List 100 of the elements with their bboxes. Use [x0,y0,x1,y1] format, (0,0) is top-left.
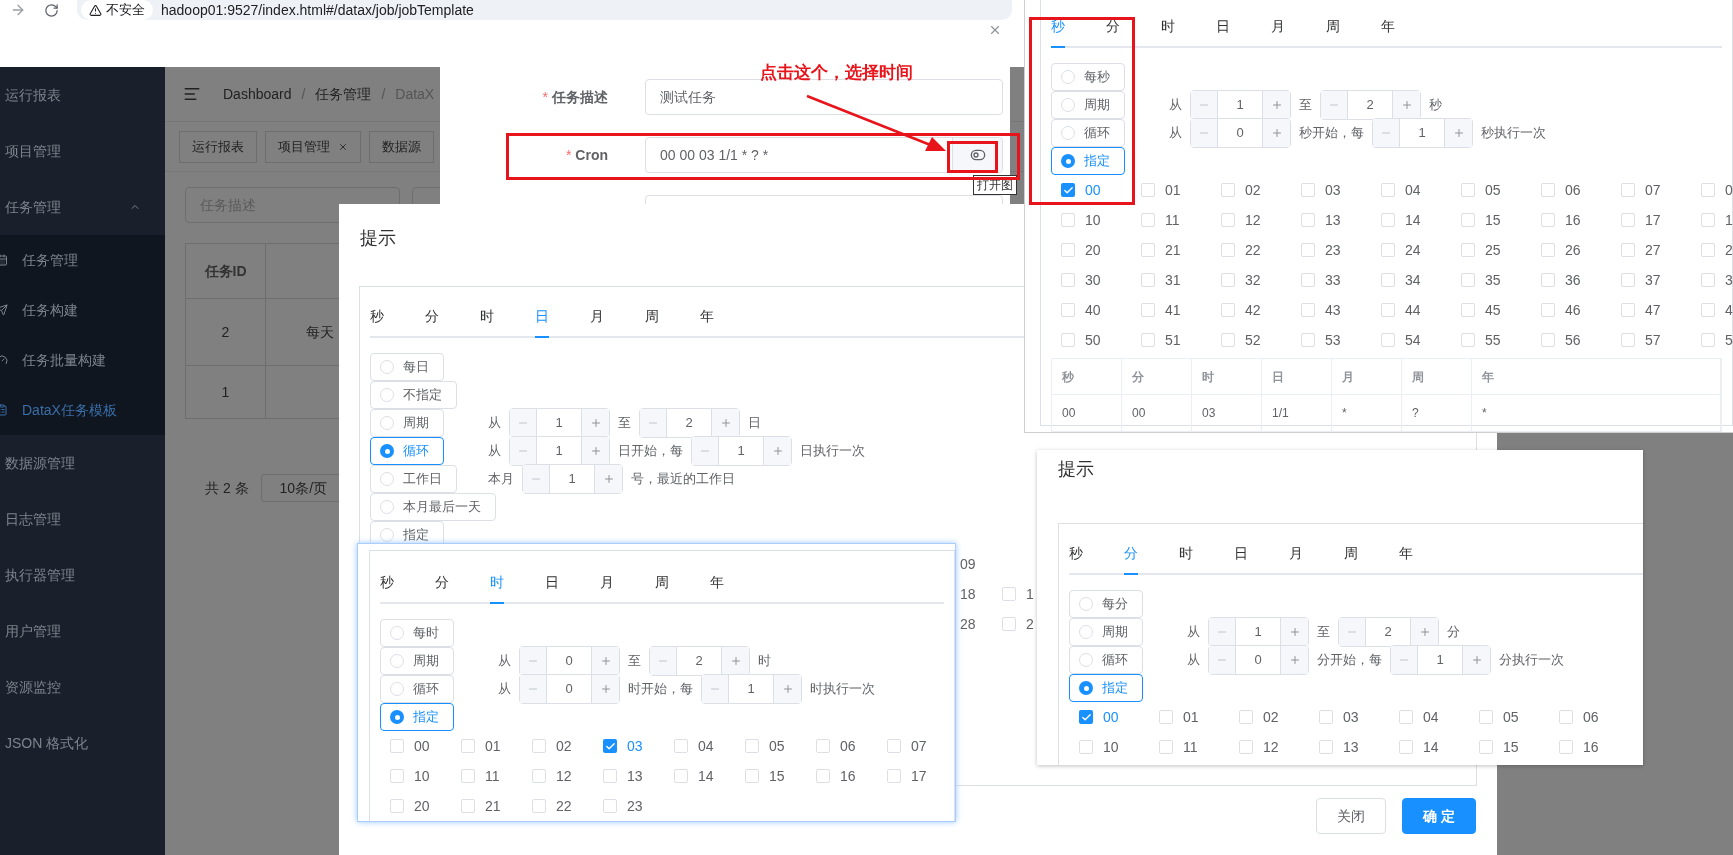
decrement-button[interactable] [520,675,547,703]
checkbox[interactable] [461,739,475,753]
dialog-button[interactable]: 关闭 [1316,798,1386,834]
checkbox[interactable] [1381,303,1395,317]
checkbox[interactable] [1141,333,1155,347]
security-chip[interactable]: 不安全 [81,0,153,20]
checkbox[interactable] [674,739,688,753]
checkbox[interactable] [1002,587,1016,601]
radio-option[interactable]: 每秒 [1051,63,1125,91]
radio-option[interactable]: 循环 [1069,646,1143,674]
number-stepper[interactable]: 2 [649,646,750,676]
checkbox[interactable] [1319,710,1333,724]
checkbox[interactable] [1061,243,1075,257]
checkbox[interactable] [532,739,546,753]
number-stepper[interactable]: 1 [509,408,610,438]
decrement-button[interactable] [1209,646,1236,674]
cron-tab[interactable]: 月 [1289,533,1303,575]
cron-tab[interactable]: 周 [655,562,669,604]
cron-tab[interactable]: 时 [490,562,504,604]
cron-tab[interactable]: 时 [1161,6,1175,48]
checkbox[interactable] [1461,303,1475,317]
checkbox[interactable] [816,769,830,783]
number-stepper[interactable]: 1 [1190,90,1291,120]
checkbox[interactable] [1079,710,1093,724]
radio-option[interactable]: 周期 [370,409,444,437]
close-icon[interactable] [988,23,1002,37]
decrement-button[interactable] [1373,119,1400,147]
radio-option[interactable]: 周期 [380,647,454,675]
checkbox[interactable] [1381,213,1395,227]
page-tag[interactable]: 运行报表 [179,130,257,163]
checkbox[interactable] [1461,333,1475,347]
checkbox[interactable] [1541,333,1555,347]
radio-option[interactable]: 周期 [1069,618,1143,646]
increment-button[interactable] [594,465,622,493]
checkbox[interactable] [1701,273,1715,287]
forward-icon[interactable] [10,2,26,18]
radio-option[interactable]: 不指定 [370,381,457,409]
checkbox[interactable] [1141,183,1155,197]
checkbox[interactable] [1301,213,1315,227]
checkbox[interactable] [1141,213,1155,227]
radio-option[interactable]: 周期 [1051,91,1125,119]
checkbox[interactable] [1141,303,1155,317]
cron-tab[interactable]: 周 [1326,6,1340,48]
checkbox[interactable] [1221,243,1235,257]
sidebar-item[interactable]: 用户管理 [0,603,165,659]
submenu-item[interactable]: DataX任务模板 [0,385,165,435]
checkbox[interactable] [1621,303,1635,317]
number-stepper[interactable]: 2 [1338,617,1439,647]
checkbox[interactable] [532,799,546,813]
checkbox[interactable] [1541,213,1555,227]
increment-button[interactable] [1392,91,1420,119]
checkbox[interactable] [1141,243,1155,257]
radio-option[interactable]: 循环 [1051,119,1125,147]
checkbox[interactable] [1221,273,1235,287]
decrement-button[interactable] [1339,618,1366,646]
sidebar-item[interactable]: 运行报表 [0,67,165,123]
increment-button[interactable] [581,409,609,437]
checkbox[interactable] [674,769,688,783]
cron-tab[interactable]: 秒 [370,296,384,338]
cron-tab[interactable]: 日 [1216,6,1230,48]
checkbox[interactable] [1541,273,1555,287]
radio-option[interactable]: 本月最后一天 [370,493,496,521]
checkbox[interactable] [1061,333,1075,347]
decrement-button[interactable] [640,409,667,437]
checkbox[interactable] [1559,740,1573,754]
number-stepper[interactable]: 1 [522,464,623,494]
sidebar-item[interactable]: 数据源管理 [0,435,165,491]
checkbox[interactable] [1621,183,1635,197]
cron-tab[interactable]: 秒 [380,562,394,604]
sidebar-item[interactable]: 项目管理 [0,123,165,179]
checkbox[interactable] [1301,243,1315,257]
cron-tab[interactable]: 分 [425,296,439,338]
number-stepper[interactable]: 0 [1208,645,1309,675]
checkbox[interactable] [1319,740,1333,754]
decrement-button[interactable] [1191,91,1218,119]
reload-icon[interactable] [44,2,59,18]
cron-tab[interactable]: 分 [1106,6,1120,48]
checkbox[interactable] [1541,183,1555,197]
decrement-button[interactable] [1209,618,1236,646]
radio-option[interactable]: 每分 [1069,590,1143,618]
decrement-button[interactable] [1391,646,1418,674]
checkbox[interactable] [1221,303,1235,317]
checkbox[interactable] [1221,333,1235,347]
radio-option[interactable]: 每日 [370,353,444,381]
checkbox[interactable] [1621,273,1635,287]
cron-tab[interactable]: 秒 [1051,6,1065,48]
decrement-button[interactable] [520,647,547,675]
breadcrumb[interactable]: 任务管理 [315,83,372,105]
checkbox[interactable] [1301,183,1315,197]
cron-tab[interactable]: 秒 [1069,533,1083,575]
number-stepper[interactable]: 0 [1190,118,1291,148]
checkbox[interactable] [745,739,759,753]
checkbox[interactable] [1061,213,1075,227]
cron-tab[interactable]: 月 [600,562,614,604]
checkbox[interactable] [1461,183,1475,197]
checkbox[interactable] [1239,710,1253,724]
page-tag[interactable]: 项目管理 [265,130,361,163]
address-bar[interactable]: 不安全 hadoop01:9527/index.html#/datax/job/jobTemplate [77,0,1012,20]
increment-button[interactable] [591,675,619,703]
cron-tab[interactable]: 日 [545,562,559,604]
